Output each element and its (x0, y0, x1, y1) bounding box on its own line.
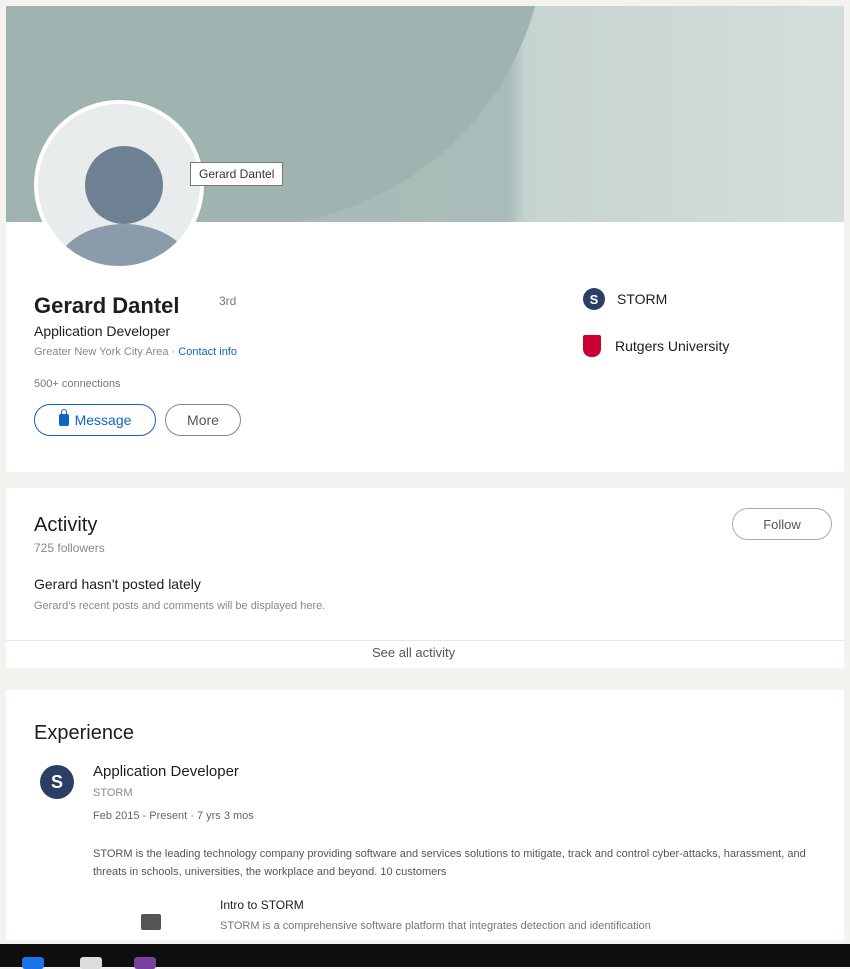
company-name[interactable]: STORM (93, 787, 133, 799)
file-icon[interactable] (80, 957, 102, 969)
profile-name: Gerard Dantel (34, 293, 180, 318)
see-all-activity-link[interactable]: See all activity (372, 645, 455, 660)
org-storm[interactable]: S STORM (583, 288, 667, 310)
posts-note: Gerard's recent posts and comments will … (34, 600, 326, 612)
storm-logo-icon: S (583, 288, 605, 310)
org-rutgers-label: Rutgers University (615, 338, 730, 354)
profile-avatar[interactable] (34, 100, 204, 270)
taskbar (0, 944, 850, 967)
media-title[interactable]: Intro to STORM (220, 898, 304, 912)
followers-count: 725 followers (34, 541, 105, 555)
follow-button[interactable]: Follow (732, 508, 832, 540)
name-tooltip: Gerard Dantel (190, 162, 284, 186)
contact-info-link[interactable]: Contact info (178, 346, 237, 358)
job-dates: Feb 2015 - Present · 7 yrs 3 mos (93, 810, 254, 822)
connection-degree: 3rd (219, 294, 237, 308)
lock-icon (58, 409, 69, 426)
message-button[interactable]: Message (34, 404, 156, 436)
message-button-label: Message (74, 412, 132, 428)
more-button[interactable]: More (165, 404, 241, 436)
org-storm-label: STORM (617, 291, 668, 307)
job-title: Application Developer (93, 763, 239, 780)
chrome-icon[interactable] (22, 957, 44, 969)
activity-title: Activity (34, 514, 98, 536)
not-posted-text: Gerard hasn't posted lately (34, 576, 201, 592)
avatar-body-shape (54, 224, 194, 266)
media-description: STORM is a comprehensive software platfo… (220, 920, 651, 932)
connections-count[interactable]: 500+ connections (34, 378, 121, 390)
experience-title: Experience (34, 722, 135, 744)
storm-logo-icon[interactable]: S (40, 765, 74, 799)
media-thumbnail-icon[interactable] (141, 914, 161, 930)
org-rutgers[interactable]: Rutgers University (583, 335, 729, 357)
profile-headline: Application Developer (34, 323, 171, 339)
job-description: STORM is the leading technology company … (93, 848, 806, 878)
activity-divider (6, 640, 844, 641)
rutgers-logo-icon (583, 335, 601, 357)
more-button-label: More (187, 412, 219, 428)
app-icon[interactable] (134, 957, 156, 969)
follow-button-label: Follow (763, 516, 801, 532)
profile-location: Greater New York City Area · Contact inf… (34, 346, 237, 358)
avatar-head-shape (85, 146, 163, 224)
